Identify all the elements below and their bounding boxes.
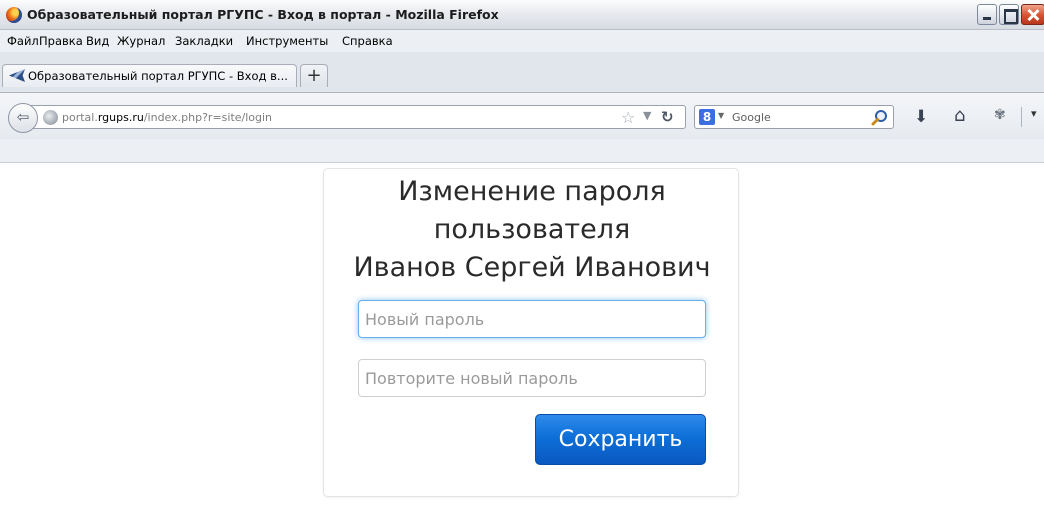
tab-strip: Образовательный портал РГУПС - Вход в...… xyxy=(0,52,1044,92)
url-domain: rgups.ru xyxy=(97,111,144,124)
magnifier-icon[interactable] xyxy=(871,109,888,126)
menu-help[interactable]: Справка xyxy=(342,34,393,48)
menu-view[interactable]: Вид xyxy=(86,34,109,48)
menu-edit[interactable]: Правка xyxy=(39,34,83,48)
search-engine-dropdown-icon[interactable]: ▼ xyxy=(718,111,724,120)
back-button[interactable]: ⇦ xyxy=(8,103,38,133)
download-icon[interactable]: ⬇ xyxy=(914,107,928,127)
minimize-button[interactable] xyxy=(977,4,997,25)
close-window-button[interactable] xyxy=(1021,4,1044,25)
google-icon[interactable]: 8 xyxy=(699,109,715,125)
toolbar-separator xyxy=(1021,107,1022,127)
url-text: portal.rgups.ru/index.php?r=site/login xyxy=(62,111,273,124)
title-line-2: пользователя xyxy=(433,214,631,245)
search-placeholder: Google xyxy=(732,111,771,124)
new-password-field[interactable] xyxy=(358,300,706,338)
tab-portal-login[interactable]: Образовательный портал РГУПС - Вход в... xyxy=(2,64,297,87)
home-icon[interactable]: ⌂ xyxy=(954,105,965,126)
back-icon: ⇦ xyxy=(16,108,30,126)
user-name: Иванов Сергей Иванович xyxy=(353,252,711,283)
menu-bar: Файл Правка Вид Журнал Закладки Инструме… xyxy=(0,30,1044,52)
password-change-panel: Изменение пароля пользователя Иванов Сер… xyxy=(323,168,739,497)
menu-history[interactable]: Журнал xyxy=(117,34,165,48)
search-bar[interactable]: 8 ▼ Google xyxy=(694,105,894,129)
site-favicon-icon xyxy=(9,69,25,82)
tab-label: Образовательный портал РГУПС - Вход в... xyxy=(28,69,288,83)
overflow-icon[interactable]: ▾ xyxy=(1031,107,1037,120)
dropdown-icon[interactable]: ▼ xyxy=(643,109,651,122)
globe-icon xyxy=(43,110,58,125)
menu-file[interactable]: Файл xyxy=(7,34,39,48)
toolbar-strip xyxy=(0,139,1044,163)
bookmark-star-icon[interactable]: ☆ xyxy=(621,108,635,127)
addon-icon[interactable]: ✾ xyxy=(994,107,1006,123)
navigation-bar: portal.rgups.ru/index.php?r=site/login ☆… xyxy=(0,92,1044,139)
menu-bookmarks[interactable]: Закладки xyxy=(175,34,233,48)
new-tab-button[interactable]: + xyxy=(300,64,328,87)
page-content: Изменение пароля пользователя Иванов Сер… xyxy=(0,164,1044,507)
title-line-1: Изменение пароля xyxy=(398,176,666,207)
window-title-bar: Образовательный портал РГУПС - Вход в по… xyxy=(0,0,1044,30)
firefox-logo-icon xyxy=(6,7,22,23)
repeat-password-field[interactable] xyxy=(358,359,706,397)
maximize-button[interactable] xyxy=(999,4,1019,25)
window-title: Образовательный портал РГУПС - Вход в по… xyxy=(27,7,499,22)
menu-tools[interactable]: Инструменты xyxy=(246,34,328,48)
reload-icon[interactable]: ↻ xyxy=(661,108,674,126)
page-title: Изменение пароля пользователя Иванов Сер… xyxy=(324,173,740,287)
address-bar[interactable]: portal.rgups.ru/index.php?r=site/login ☆… xyxy=(30,105,686,129)
save-button[interactable]: Сохранить xyxy=(535,414,706,465)
